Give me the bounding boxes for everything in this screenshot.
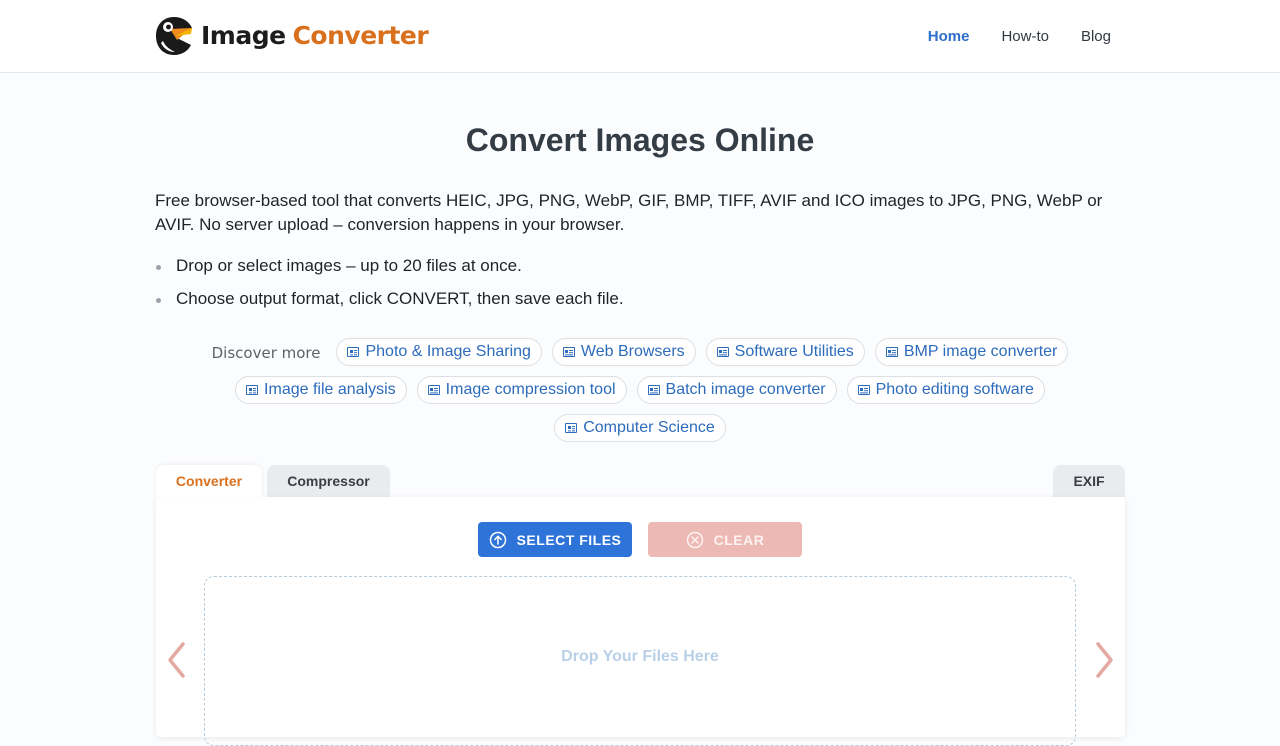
list-item-text: Drop or select images – up to 20 files a…	[176, 256, 522, 275]
list-item: Choose output format, click CONVERT, the…	[155, 287, 1125, 311]
newspaper-icon	[347, 347, 360, 357]
chip-label: Photo & Image Sharing	[365, 343, 531, 360]
clear-button[interactable]: CLEAR	[648, 522, 802, 557]
select-files-button[interactable]: SELECT FILES	[478, 522, 632, 557]
newspaper-icon	[562, 347, 575, 357]
site-header: Image Converter Home How-to Blog	[0, 0, 1280, 73]
chip-computer-science[interactable]: Computer Science	[554, 414, 726, 442]
toucan-icon	[156, 17, 192, 55]
x-circle-icon	[686, 531, 703, 548]
chip-label: Photo editing software	[875, 381, 1034, 398]
list-item: Drop or select images – up to 20 files a…	[155, 254, 1125, 278]
upload-circle-icon	[489, 531, 506, 548]
logo-text: Image Converter	[201, 16, 429, 56]
intro-text: Free browser-based tool that converts HE…	[155, 191, 1103, 234]
chip-image-compression-tool[interactable]: Image compression tool	[416, 376, 627, 404]
chip-bmp-image-converter[interactable]: BMP image converter	[874, 338, 1069, 366]
chip-photo-image-sharing[interactable]: Photo & Image Sharing	[336, 338, 542, 366]
logo-word-image: Image	[201, 21, 286, 50]
site-logo[interactable]: Image Converter	[155, 16, 429, 56]
tab-converter[interactable]: Converter	[156, 465, 262, 497]
chip-label: Computer Science	[583, 419, 715, 436]
chip-label: Batch image converter	[665, 381, 826, 398]
chip-image-file-analysis[interactable]: Image file analysis	[235, 376, 407, 404]
newspaper-icon	[427, 385, 440, 395]
discover-label: Discover more	[211, 344, 321, 362]
chevron-right-icon[interactable]	[1092, 640, 1116, 680]
nav-blog[interactable]: Blog	[1081, 28, 1111, 45]
feature-list: Drop or select images – up to 20 files a…	[155, 254, 1125, 320]
chip-label: BMP image converter	[903, 343, 1058, 360]
chip-photo-editing-software[interactable]: Photo editing software	[846, 376, 1045, 404]
main-nav: Home How-to Blog	[896, 0, 1111, 72]
select-files-label: SELECT FILES	[516, 531, 622, 548]
dropzone-text: Drop Your Files Here	[561, 648, 719, 665]
newspaper-icon	[885, 347, 898, 357]
list-item-text: Choose output format, click CONVERT, the…	[176, 289, 624, 308]
chip-label: Web Browsers	[580, 343, 685, 360]
nav-home[interactable]: Home	[928, 28, 970, 45]
chip-label: Image file analysis	[264, 381, 396, 398]
newspaper-icon	[647, 385, 660, 395]
chip-label: Software Utilities	[734, 343, 854, 360]
chevron-left-icon[interactable]	[165, 640, 189, 680]
newspaper-icon	[716, 347, 729, 357]
page-title: Convert Images Online	[465, 122, 815, 158]
chip-software-utilities[interactable]: Software Utilities	[705, 338, 865, 366]
tab-compressor[interactable]: Compressor	[267, 465, 390, 497]
tab-exif[interactable]: EXIF	[1053, 465, 1125, 497]
discover-more: Discover more Photo & Image Sharing Web …	[155, 338, 1125, 442]
newspaper-icon	[857, 385, 870, 395]
bullet-dot	[156, 265, 161, 270]
logo-word-converter: Converter	[292, 21, 429, 50]
newspaper-icon	[565, 423, 578, 433]
clear-label: CLEAR	[713, 531, 765, 548]
chip-web-browsers[interactable]: Web Browsers	[551, 338, 696, 366]
chip-batch-image-converter[interactable]: Batch image converter	[636, 376, 837, 404]
chip-label: Image compression tool	[445, 381, 616, 398]
newspaper-icon	[246, 385, 259, 395]
nav-how-to[interactable]: How-to	[1001, 28, 1049, 45]
bullet-dot	[156, 298, 161, 303]
